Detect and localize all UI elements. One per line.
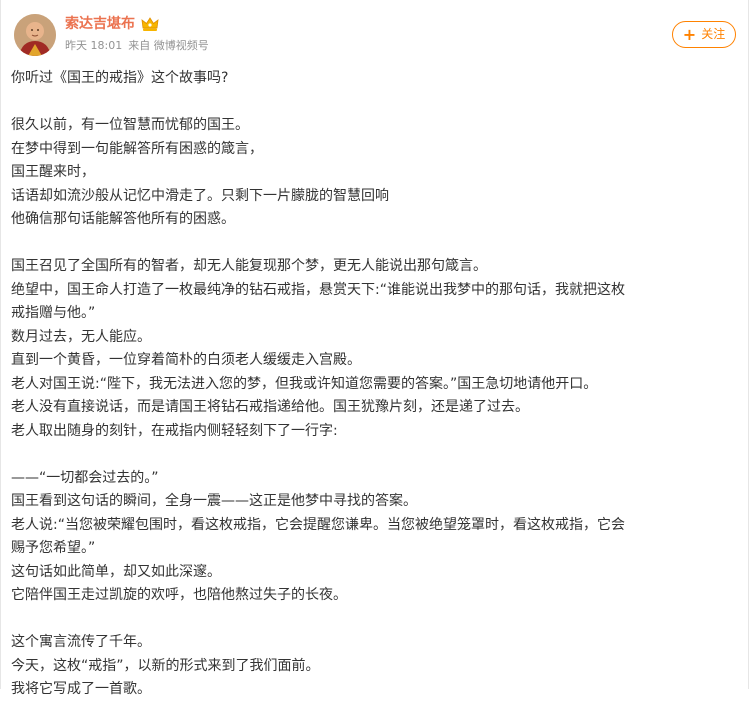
post-meta: 昨天 18:01 来自 微博视频号 [65,39,209,53]
follow-label: 关注 [701,27,726,41]
post-text-line: 话语却如流沙般从记忆中滑走了。只剩下一片朦胧的智慧回响 [11,187,389,204]
post-text-line: 国王召见了全国所有的智者，却无人能复现那个梦，更无人能说出那句箴言。 [11,258,487,274]
post-text-line: 这个寓言流传了千年。 [11,634,151,650]
post-body-text: 你听过《国王的戒指》这个故事吗? 很久以前，有一位智慧而忧郁的国王。 在梦中得到一句… [11,67,736,702]
plus-icon: + [682,25,697,44]
post-text-line: 我将它写成了一首歌。 [11,681,151,697]
post-text-line: 戒指赠与他。” [11,305,96,321]
post-text-line: 你听过《国王的戒指》这个故事吗? [11,70,229,86]
follow-button[interactable]: + 关注 [672,21,736,48]
post-source[interactable]: 来自 微博视频号 [128,39,209,52]
post-text-line: 在梦中得到一句能解答所有困惑的箴言， [11,140,263,157]
post-text-line: 国王看到这句话的瞬间，全身一震——这正是他梦中寻找的答案。 [11,493,417,509]
user-name[interactable]: 索达吉堪布 [65,15,135,33]
post-text-line: 这句话如此简单，却又如此深邃。 [11,563,221,580]
post-timestamp[interactable]: 昨天 18:01 [65,39,122,52]
post-text-line: 赐予您希望。” [11,540,96,556]
avatar[interactable] [14,14,56,56]
post-text-line: 老人说:“当您被荣耀包围时，看这枚戒指，它会提醒您谦卑。当您被绝望笼罩时，看这枚… [11,516,625,533]
post-header: 索达吉堪布 昨天 18:01 来自 微博视频号 + 关注 [14,14,736,58]
post-text-line: 他确信那句话能解答他所有的困惑。 [11,211,235,227]
post-text-line: 国王醒来时， [11,164,95,180]
post-text-line: 很久以前，有一位智慧而忧郁的国王。 [11,117,249,133]
post-text-line: 今天，这枚“戒指”，以新的形式来到了我们面前。 [11,657,320,674]
post-text-line: ——“一切都会过去的。” [11,469,159,486]
post-text-line: 老人取出随身的刻针，在戒指内侧轻轻刻下了一行字: [11,422,338,439]
post-text-line: 直到一个黄昏，一位穿着简朴的白须老人缓缓走入宫殿。 [11,352,361,368]
post-text-line: 数月过去，无人能应。 [11,328,151,345]
crown-verified-badge-icon [141,16,159,32]
post-text-line: 它陪伴国王走过凯旋的欢呼，也陪他熬过失子的长夜。 [11,587,347,603]
post-text-line: 老人对国王说:“陛下，我无法进入您的梦，但我或许知道您需要的答案。”国王急切地请… [11,375,598,392]
post-text-line: 老人没有直接说话，而是请国王将钻石戒指递给他。国王犹豫片刻，还是递了过去。 [11,399,529,415]
post-text-line: 绝望中，国王命人打造了一枚最纯净的钻石戒指，悬赏天下:“谁能说出我梦中的那句话，… [11,281,625,298]
weibo-post-card: 索达吉堪布 昨天 18:01 来自 微博视频号 + 关注 你听过《国王的戒指》这个故… [0,0,749,697]
